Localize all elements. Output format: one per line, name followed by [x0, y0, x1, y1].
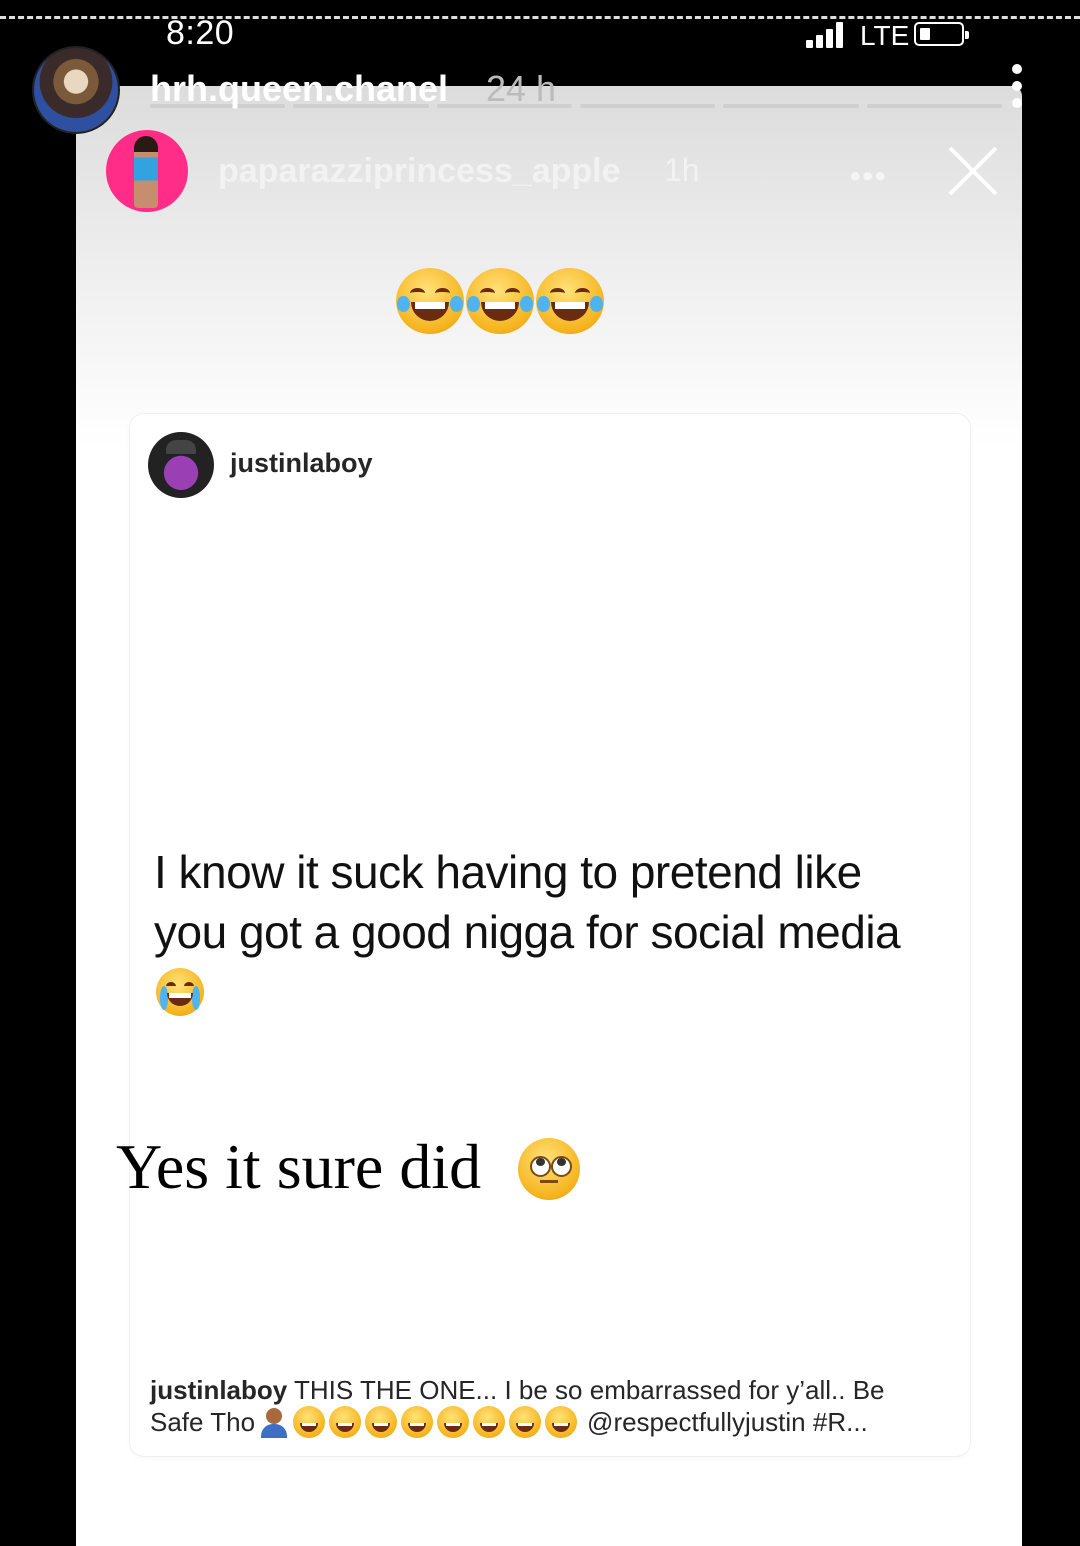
- laughing-crying-emoji-icon: [536, 268, 604, 334]
- loudly-crying-emoji-icon: [509, 1406, 542, 1438]
- post-caption: justinlaboy THIS THE ONE... I be so emba…: [150, 1374, 950, 1406]
- caption-text: THIS THE ONE... I be so embarrassed for …: [294, 1375, 885, 1405]
- post-avatar[interactable]: [148, 432, 214, 498]
- outer-avatar[interactable]: [32, 46, 120, 134]
- loudly-crying-emoji-icon: [401, 1406, 434, 1438]
- inner-avatar[interactable]: [106, 130, 188, 212]
- inner-username[interactable]: paparazziprincess_apple: [218, 152, 621, 191]
- network-label: LTE: [860, 20, 910, 51]
- laughing-crying-emoji-icon: [396, 268, 464, 334]
- person-shrugging-icon: [259, 1406, 289, 1438]
- tweet-line-1: I know it suck having to pretend like: [154, 846, 862, 898]
- caption-line2-end[interactable]: @respectfullyjustin #R...: [587, 1407, 868, 1438]
- tweet-line-2: you got a good nigga for social media: [154, 906, 901, 958]
- outer-username[interactable]: hrh.queen.chanel: [150, 68, 448, 110]
- status-bar-divider: [0, 16, 1080, 19]
- loudly-crying-emoji-icon: [156, 968, 204, 1016]
- loudly-crying-emoji-icon: [473, 1406, 506, 1438]
- loudly-crying-emoji-icon: [365, 1406, 398, 1438]
- more-options-icon[interactable]: [1008, 64, 1028, 108]
- caption-username[interactable]: justinlaboy: [150, 1375, 287, 1405]
- laughing-crying-emoji-icon: [466, 268, 534, 334]
- outer-story-age: 24 h: [486, 68, 557, 109]
- loudly-crying-emoji-icon: [293, 1406, 326, 1438]
- inner-more-icon[interactable]: •••: [850, 160, 888, 194]
- reply-text: Yes it sure did: [116, 1131, 482, 1202]
- status-time: 8:20: [166, 14, 235, 52]
- loudly-crying-emoji-icon: [329, 1406, 362, 1438]
- laughing-emojis: [396, 268, 604, 334]
- eye-roll-emoji-icon: [518, 1138, 580, 1200]
- loudly-crying-emoji-icon: [437, 1406, 470, 1438]
- loudly-crying-emoji-icon: [545, 1406, 578, 1438]
- caption-line2-start: Safe Tho: [150, 1406, 256, 1437]
- inner-story-age: 1h: [664, 152, 700, 188]
- signal-icon: [806, 22, 850, 48]
- battery-icon: [914, 22, 969, 46]
- caption-line-2: Safe Tho @respectfullyjustin #R...: [150, 1406, 868, 1438]
- post-username[interactable]: justinlaboy: [230, 448, 373, 479]
- close-icon[interactable]: [946, 144, 1000, 198]
- tweet-text: I know it suck having to pretend like yo…: [154, 842, 944, 962]
